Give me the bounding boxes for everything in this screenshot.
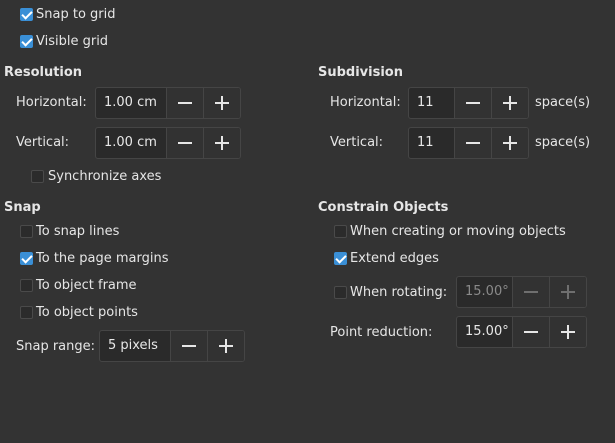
- subdivision-horizontal-label: Horizontal:: [330, 95, 401, 110]
- resolution-horizontal-increment-button[interactable]: [203, 88, 240, 118]
- subdivision-vertical-increment-button[interactable]: [491, 128, 528, 158]
- snap-lines-label: To snap lines: [36, 224, 120, 239]
- object-frame-label: To object frame: [36, 278, 137, 293]
- visible-grid-label: Visible grid: [36, 34, 109, 49]
- snap-range-spinbox[interactable]: 5 pixels: [99, 330, 245, 362]
- minus-icon: [178, 142, 192, 144]
- point-reduction-spinbox[interactable]: 15.00°: [456, 316, 587, 348]
- subdivision-heading: Subdivision: [318, 65, 403, 80]
- snap-range-value[interactable]: 5 pixels: [100, 331, 170, 361]
- minus-icon: [466, 102, 480, 104]
- rotating-value[interactable]: 15.00°: [457, 277, 512, 307]
- resolution-vertical-decrement-button[interactable]: [166, 128, 203, 158]
- extend-edges-label: Extend edges: [350, 251, 439, 266]
- snap-heading: Snap: [4, 200, 41, 215]
- minus-icon: [524, 291, 538, 293]
- resolution-horizontal-label: Horizontal:: [16, 95, 87, 110]
- snap-to-grid-checkbox[interactable]: [20, 8, 33, 21]
- resolution-horizontal-spinbox[interactable]: 1.00 cm: [95, 87, 241, 119]
- subdivision-vertical-unit: space(s): [535, 135, 591, 150]
- point-reduction-value[interactable]: 15.00°: [457, 317, 512, 347]
- resolution-vertical-increment-button[interactable]: [203, 128, 240, 158]
- synchronize-axes-checkbox[interactable]: [31, 170, 44, 183]
- resolution-heading: Resolution: [4, 65, 83, 80]
- creating-moving-checkbox[interactable]: [334, 225, 347, 238]
- resolution-vertical-spinbox[interactable]: 1.00 cm: [95, 127, 241, 159]
- resolution-horizontal-value[interactable]: 1.00 cm: [96, 88, 166, 118]
- subdivision-vertical-decrement-button[interactable]: [454, 128, 491, 158]
- object-points-label: To object points: [36, 305, 138, 320]
- rotating-increment-button[interactable]: [549, 277, 586, 307]
- subdivision-horizontal-increment-button[interactable]: [491, 88, 528, 118]
- resolution-horizontal-decrement-button[interactable]: [166, 88, 203, 118]
- snap-range-increment-button[interactable]: [207, 331, 244, 361]
- synchronize-axes-label: Synchronize axes: [48, 169, 162, 184]
- point-reduction-increment-button[interactable]: [549, 317, 586, 347]
- point-reduction-decrement-button[interactable]: [512, 317, 549, 347]
- constrain-objects-heading: Constrain Objects: [318, 200, 449, 215]
- minus-icon: [524, 331, 538, 333]
- subdivision-horizontal-value[interactable]: 11: [409, 88, 454, 118]
- extend-edges-checkbox[interactable]: [334, 252, 347, 265]
- object-points-checkbox[interactable]: [20, 306, 33, 319]
- minus-icon: [466, 142, 480, 144]
- subdivision-horizontal-unit: space(s): [535, 95, 591, 110]
- snap-range-label: Snap range:: [16, 339, 96, 354]
- snap-to-grid-label: Snap to grid: [36, 7, 116, 22]
- rotating-checkbox[interactable]: [334, 286, 347, 299]
- resolution-vertical-value[interactable]: 1.00 cm: [96, 128, 166, 158]
- creating-moving-label: When creating or moving objects: [350, 224, 566, 239]
- visible-grid-checkbox[interactable]: [20, 35, 33, 48]
- subdivision-vertical-label: Vertical:: [330, 135, 384, 150]
- page-margins-label: To the page margins: [36, 251, 169, 266]
- page-margins-checkbox[interactable]: [20, 252, 33, 265]
- subdivision-horizontal-decrement-button[interactable]: [454, 88, 491, 118]
- object-frame-checkbox[interactable]: [20, 279, 33, 292]
- minus-icon: [182, 345, 196, 347]
- rotating-spinbox[interactable]: 15.00°: [456, 276, 587, 308]
- minus-icon: [178, 102, 192, 104]
- subdivision-horizontal-spinbox[interactable]: 11: [408, 87, 529, 119]
- subdivision-vertical-value[interactable]: 11: [409, 128, 454, 158]
- point-reduction-label: Point reduction:: [330, 325, 433, 340]
- snap-lines-checkbox[interactable]: [20, 225, 33, 238]
- subdivision-vertical-spinbox[interactable]: 11: [408, 127, 529, 159]
- rotating-label: When rotating:: [350, 285, 448, 300]
- resolution-vertical-label: Vertical:: [16, 135, 70, 150]
- rotating-decrement-button[interactable]: [512, 277, 549, 307]
- snap-range-decrement-button[interactable]: [170, 331, 207, 361]
